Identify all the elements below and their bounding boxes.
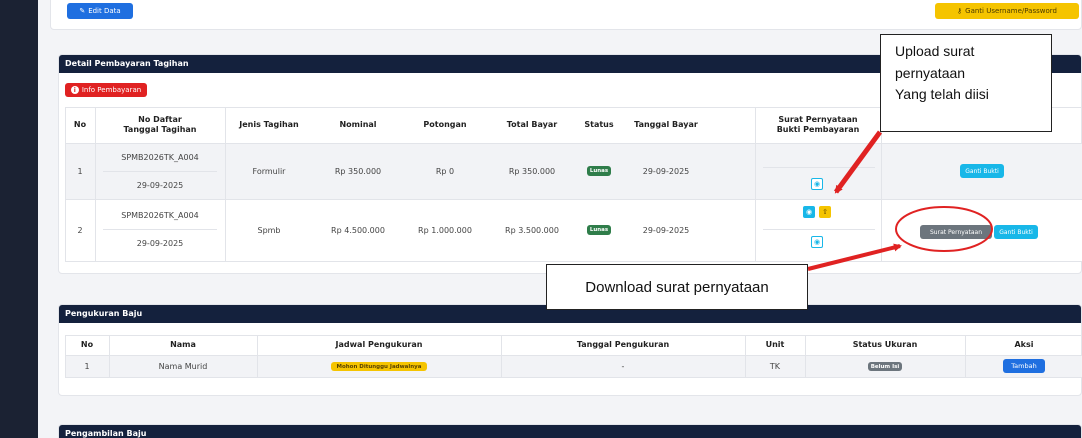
col-header-potongan: Potongan bbox=[423, 120, 467, 129]
change-credentials-label: Ganti Username/Password bbox=[965, 7, 1057, 15]
col-header-no: No bbox=[73, 120, 87, 129]
col-header-bukti-label: Bukti Pembayaran bbox=[776, 125, 860, 134]
measure-col-status: Status Ukuran bbox=[852, 340, 918, 349]
col-header-surat-label: Surat Pernyataan bbox=[778, 115, 858, 124]
key-icon: ⚷ bbox=[957, 7, 963, 15]
measurement-card: Pengukuran Baju No Nama Jadwal Pengukura… bbox=[58, 304, 1082, 396]
pickup-card-header: Pengambilan Baju bbox=[59, 425, 1081, 438]
measure-row-no: 1 bbox=[84, 362, 90, 371]
col-header-no-daftar: No Daftar Tanggal Tagihan bbox=[95, 107, 225, 143]
row2-no: 2 bbox=[77, 225, 83, 235]
row2-status-badge: Lunas bbox=[587, 225, 611, 235]
grid-line bbox=[65, 261, 1082, 262]
measure-row-unit: TK bbox=[769, 362, 781, 371]
grid-line bbox=[103, 171, 217, 172]
row1-ganti-bukti-button[interactable]: Ganti Bukti bbox=[960, 164, 1004, 178]
col-header-no-daftar-label: No Daftar bbox=[138, 115, 182, 124]
measure-tambah-button[interactable]: Tambah bbox=[1003, 359, 1045, 373]
row2-tanggal-bayar: 29-09-2025 bbox=[642, 225, 690, 235]
upload-callout-line1: Upload surat bbox=[895, 43, 975, 59]
col-header-status: Status bbox=[584, 120, 614, 129]
row2-potongan: Rp 1.000.000 bbox=[418, 225, 472, 235]
edit-data-button[interactable]: ✎ Edit Data bbox=[67, 3, 133, 19]
info-icon: i bbox=[70, 86, 79, 94]
col-header-tanggal-bayar: Tanggal Bayar bbox=[634, 120, 698, 129]
col-header-nominal: Nominal bbox=[339, 120, 377, 129]
grid-line bbox=[103, 229, 217, 230]
row1-total: Rp 350.000 bbox=[508, 166, 556, 176]
measure-col-jadwal: Jadwal Pengukuran bbox=[335, 340, 423, 349]
measurement-table: No Nama Jadwal Pengukuran Tanggal Penguk… bbox=[65, 335, 1082, 381]
row1-tanggal-bayar: 29-09-2025 bbox=[642, 166, 690, 176]
pickup-card: Pengambilan Baju bbox=[58, 424, 1082, 438]
upload-icon: ⇧ bbox=[822, 208, 828, 216]
col-header-surat: Surat Pernyataan Bukti Pembayaran bbox=[755, 107, 881, 143]
row2-total: Rp 3.500.000 bbox=[505, 225, 559, 235]
upload-callout: Upload surat pernyataan Yang telah diisi bbox=[880, 34, 1052, 132]
col-header-jenis: Jenis Tagihan bbox=[239, 120, 299, 129]
info-pembayaran-button[interactable]: i Info Pembayaran bbox=[65, 83, 147, 97]
change-credentials-button[interactable]: ⚷ Ganti Username/Password bbox=[935, 3, 1079, 19]
eye-icon: ◉ bbox=[813, 180, 821, 188]
grid-line bbox=[763, 167, 875, 168]
row2-view-surat-button[interactable]: ◉ bbox=[803, 206, 815, 218]
row2-jenis: Spmb bbox=[257, 225, 281, 235]
row1-jenis: Formulir bbox=[252, 166, 286, 176]
row1-no: 1 bbox=[77, 166, 83, 176]
grid-line bbox=[65, 377, 1082, 378]
upload-callout-line2: pernyataan bbox=[895, 64, 966, 81]
row2-nominal: Rp 4.500.000 bbox=[331, 225, 385, 235]
measure-col-tanggal: Tanggal Pengukuran bbox=[576, 340, 670, 349]
download-callout: Download surat pernyataan bbox=[546, 264, 808, 310]
measure-col-unit: Unit bbox=[765, 340, 785, 349]
measure-jadwal-badge: Mohon Ditunggu Jadwalnya bbox=[331, 362, 427, 371]
row2-upload-surat-button[interactable]: ⇧ bbox=[819, 206, 831, 218]
upload-callout-line3: Yang telah diisi bbox=[895, 86, 989, 103]
measure-status-badge: Belum Isi bbox=[868, 362, 902, 371]
measure-col-no: No bbox=[80, 340, 94, 349]
row1-tanggal-tagihan: 29-09-2025 bbox=[136, 180, 184, 190]
row1-no-daftar: SPMB2026TK_A004 bbox=[121, 152, 199, 162]
row1-nominal: Rp 350.000 bbox=[334, 166, 382, 176]
pencil-icon: ✎ bbox=[79, 7, 86, 15]
profile-card: ✎ Edit Data ⚷ Ganti Username/Password bbox=[50, 0, 1082, 30]
edit-data-label: Edit Data bbox=[88, 7, 121, 15]
col-header-tanggal-tagihan-label: Tanggal Tagihan bbox=[123, 125, 197, 134]
row1-status-badge: Lunas bbox=[587, 166, 611, 176]
eye-icon: ◉ bbox=[805, 208, 813, 216]
grid-line bbox=[755, 107, 756, 261]
col-header-total: Total Bayar bbox=[506, 120, 558, 129]
measure-row-tanggal: - bbox=[621, 362, 625, 371]
row1-view-bukti-button[interactable]: ◉ bbox=[811, 178, 823, 190]
measure-col-nama: Nama bbox=[170, 340, 196, 349]
row2-surat-pernyataan-button[interactable]: Surat Pernyataan bbox=[920, 225, 992, 239]
row2-ganti-bukti-button[interactable]: Ganti Bukti bbox=[994, 225, 1038, 239]
row1-potongan: Rp 0 bbox=[435, 166, 455, 176]
measure-row-nama: Nama Murid bbox=[158, 362, 208, 371]
measure-col-aksi: Aksi bbox=[1014, 340, 1034, 349]
row2-tanggal-tagihan: 29-09-2025 bbox=[136, 238, 184, 248]
row2-view-bukti-button[interactable]: ◉ bbox=[811, 236, 823, 248]
info-pembayaran-label: Info Pembayaran bbox=[81, 86, 142, 94]
eye-icon: ◉ bbox=[813, 238, 821, 246]
row2-no-daftar: SPMB2026TK_A004 bbox=[121, 210, 199, 220]
sidebar bbox=[0, 0, 38, 438]
grid-line bbox=[763, 229, 875, 230]
